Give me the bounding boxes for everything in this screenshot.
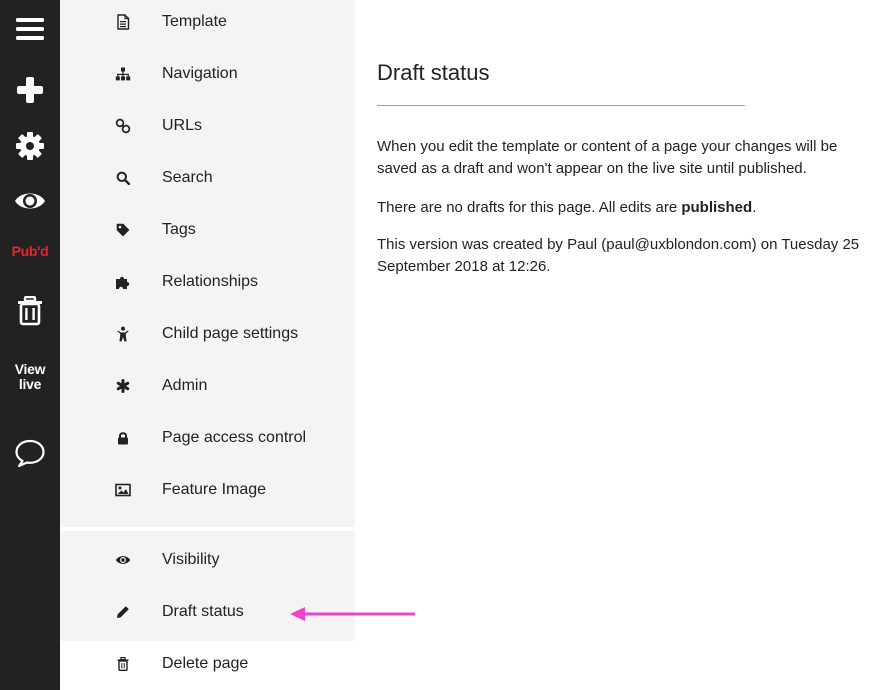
menu-item-search[interactable]: Search — [60, 152, 355, 204]
add-icon — [17, 77, 43, 103]
version-info: This version was created by Paul (paul@u… — [377, 236, 860, 275]
trash-icon — [18, 296, 42, 326]
published-status[interactable]: Pub'd — [0, 244, 60, 259]
sitemap-icon — [111, 62, 135, 86]
draft-explanation: When you edit the template or content of… — [377, 138, 838, 177]
menu-item-label: Tags — [162, 221, 196, 238]
comment-button[interactable] — [0, 438, 60, 468]
comment-icon — [15, 439, 45, 468]
delete-button[interactable] — [0, 296, 60, 326]
preview-button[interactable] — [0, 189, 60, 213]
menu-item-visibility[interactable]: Visibility — [60, 534, 355, 586]
menu-item-label: Page access control — [162, 429, 307, 446]
document-icon — [111, 10, 135, 34]
menu-item-label: Draft status — [162, 603, 244, 620]
status-menu-group: Visibility Draft status — [60, 531, 355, 641]
menu-icon — [16, 18, 44, 40]
menu-item-feature-image[interactable]: Feature Image — [60, 464, 355, 516]
gear-icon — [16, 132, 44, 160]
menu-item-child-page-settings[interactable]: Child page settings — [60, 308, 355, 360]
menu-item-label: URLs — [162, 117, 203, 134]
menu-item-label: Delete page — [162, 655, 249, 672]
draft-status-period: . — [752, 199, 757, 216]
page-title: Draft status — [377, 60, 490, 85]
menu-item-page-access-control[interactable]: Page access control — [60, 412, 355, 464]
eye-icon — [111, 548, 135, 572]
trash-icon — [111, 652, 135, 676]
menu-item-relationships[interactable]: Relationships — [60, 256, 355, 308]
menu-item-template[interactable]: Template — [60, 0, 355, 48]
menu-item-label: Feature Image — [162, 481, 267, 498]
settings-menu-group: Template Navigation URLs Search Tags Rel… — [60, 0, 355, 527]
published-state: published — [681, 199, 753, 216]
menu-item-label: Template — [162, 13, 227, 30]
child-icon — [111, 322, 135, 346]
add-button[interactable] — [0, 76, 60, 104]
tag-icon — [111, 218, 135, 242]
toolbar-rail: Pub'd View live — [0, 0, 60, 690]
puzzle-icon — [111, 270, 135, 294]
pencil-icon — [111, 600, 135, 624]
draft-status-text: There are no drafts for this page. All e… — [377, 199, 682, 216]
menu-item-urls[interactable]: URLs — [60, 100, 355, 152]
view-live-line-2: live — [18, 376, 42, 392]
eye-icon — [15, 193, 45, 209]
menu-item-label: Visibility — [162, 551, 220, 568]
title-divider — [377, 105, 745, 106]
image-icon — [111, 478, 135, 502]
annotation-arrow — [290, 607, 415, 621]
menu-button[interactable] — [0, 16, 60, 42]
menu-item-delete-page[interactable]: Delete page — [60, 638, 355, 690]
settings-button[interactable] — [0, 131, 60, 161]
menu-item-admin[interactable]: Admin — [60, 360, 355, 412]
menu-item-label: Relationships — [162, 273, 259, 290]
asterisk-icon — [111, 374, 135, 398]
menu-item-navigation[interactable]: Navigation — [60, 48, 355, 100]
view-live-link[interactable]: View live — [0, 362, 60, 392]
draft-status-message: There are no drafts for this page. All e… — [377, 197, 867, 219]
menu-item-tags[interactable]: Tags — [60, 204, 355, 256]
menu-item-label: Admin — [162, 377, 208, 394]
view-live-line-1: View — [14, 361, 46, 377]
search-icon — [111, 166, 135, 190]
menu-item-label: Search — [162, 169, 213, 186]
menu-item-label: Navigation — [162, 65, 238, 82]
settings-menu: Template Navigation URLs Search Tags Rel… — [60, 0, 355, 690]
link-icon — [111, 114, 135, 138]
menu-item-label: Child page settings — [162, 325, 299, 342]
lock-icon — [111, 426, 135, 450]
